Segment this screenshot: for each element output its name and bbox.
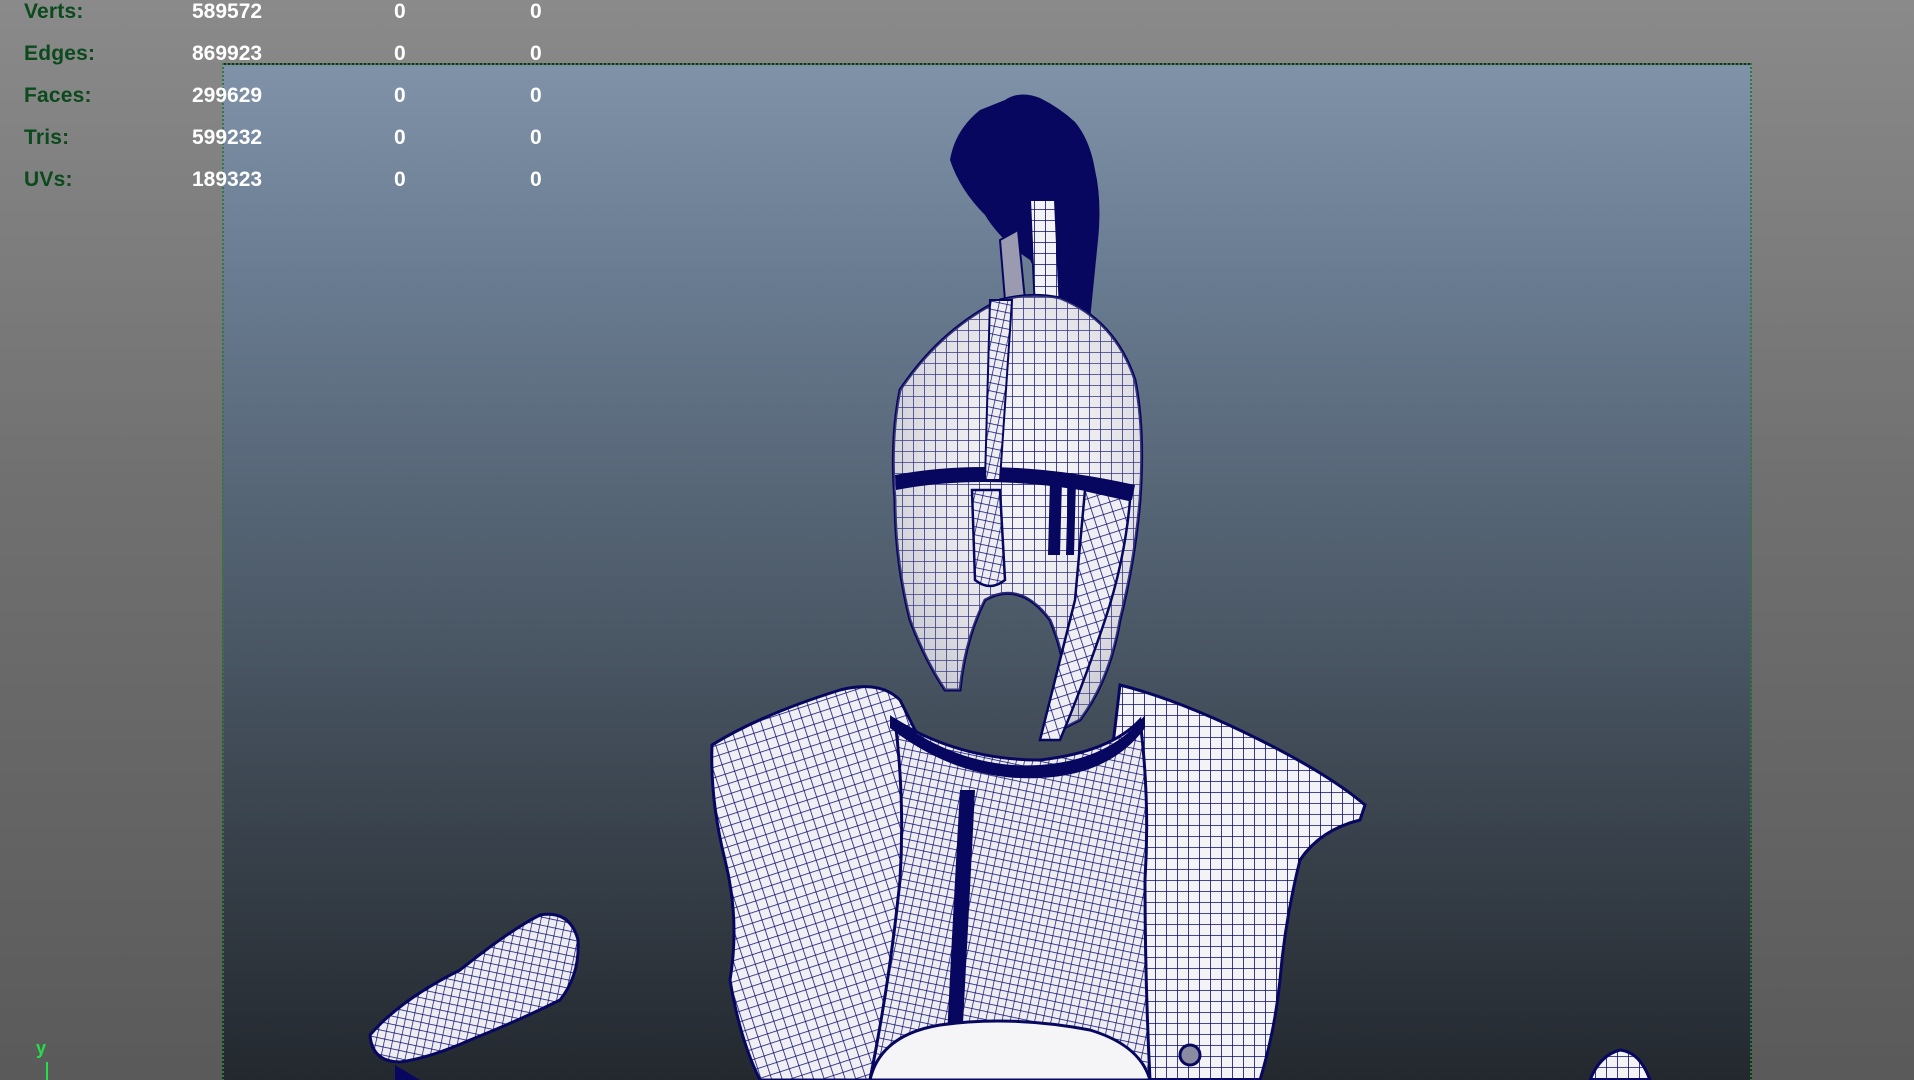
hud-label-uvs: UVs: [24,168,73,191]
hud-label-faces: Faces: [24,84,92,107]
hud-value-uvs-total: 189323 [192,168,263,191]
hud-label-verts: Verts: [24,0,84,23]
helmet [891,293,1144,742]
hud-value-verts-selected: 0 [394,0,406,23]
hud-value-edges-selected: 0 [394,42,406,65]
hud-value-edges-selected-alt: 0 [530,42,542,65]
hud-value-tris-selected-alt: 0 [530,126,542,149]
bracer-left [368,912,580,1080]
hud-value-tris-total: 599232 [192,126,263,149]
hud-label-edges: Edges: [24,42,96,65]
hud-row-uvs: UVs: 189323 0 0 [24,162,584,204]
helmet-crest [950,94,1100,320]
hud-value-faces-selected: 0 [394,84,406,107]
hud-value-uvs-selected: 0 [394,168,406,191]
view-axis-y-line [46,1062,48,1080]
hud-value-tris-selected: 0 [394,126,406,149]
view-axis-y-label: y [36,1038,47,1058]
hud-row-faces: Faces: 299629 0 0 [24,78,584,120]
hud-label-tris: Tris: [24,126,70,149]
hud-value-faces-selected-alt: 0 [530,84,542,107]
hud-value-edges-total: 869923 [192,42,263,65]
poly-count-hud: Verts: 589572 0 0 Edges: 869923 0 0 Face… [24,0,584,204]
hud-value-verts-selected-alt: 0 [530,0,542,23]
bracer-right [1588,1048,1652,1080]
hud-row-verts: Verts: 589572 0 0 [24,0,584,36]
hud-row-edges: Edges: 869923 0 0 [24,36,584,78]
breastplate [710,683,1367,1080]
hud-value-uvs-selected-alt: 0 [530,168,542,191]
hud-row-tris: Tris: 599232 0 0 [24,120,584,162]
hud-value-faces-total: 299629 [192,84,263,107]
hud-value-verts-total: 589572 [192,0,263,23]
3d-viewport[interactable]: Verts: 589572 0 0 Edges: 869923 0 0 Face… [0,0,1914,1080]
